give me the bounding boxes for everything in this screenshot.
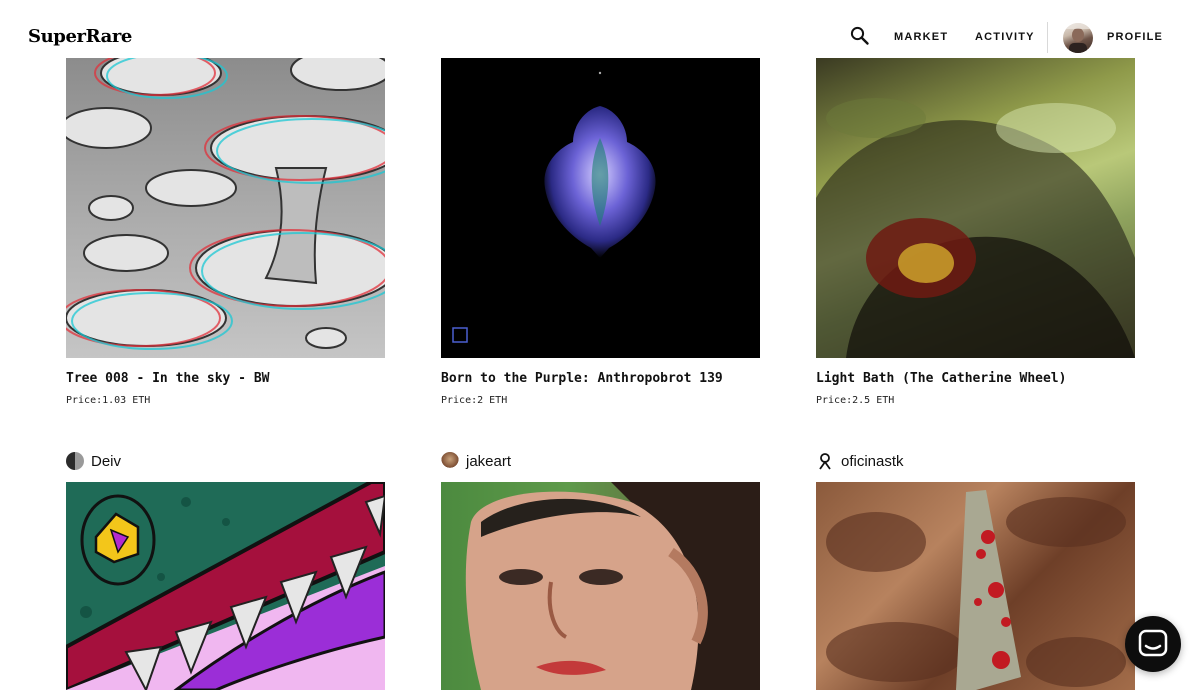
search-icon[interactable] [850, 26, 870, 46]
artwork-title[interactable]: Born to the Purple: Anthropobrot 139 [441, 371, 723, 386]
chat-icon[interactable] [1125, 616, 1181, 672]
artwork-price: Price:2 ETH [441, 395, 508, 406]
top-nav: SuperRare MARKET ACTIVITY PROFILE [0, 0, 1200, 58]
artist-name: jakeart [466, 452, 512, 470]
artist-link[interactable]: jakeart [441, 451, 511, 471]
artwork-title[interactable]: Light Bath (The Catherine Wheel) [816, 371, 1066, 386]
nav-activity-link[interactable]: ACTIVITY [975, 31, 1035, 43]
nav-divider [1047, 22, 1048, 53]
logo[interactable]: SuperRare [28, 26, 132, 47]
artwork-image[interactable] [441, 482, 760, 690]
artwork-price: Price:2.5 ETH [816, 395, 895, 406]
artist-avatar [441, 452, 459, 470]
artist-link[interactable]: Deiv [66, 451, 121, 471]
nav-market-link[interactable]: MARKET [894, 31, 948, 43]
artist-link[interactable]: oficinastk [816, 451, 904, 471]
artwork-price: Price:1.03 ETH [66, 395, 151, 406]
artwork-title[interactable]: Tree 008 - In the sky - BW [66, 371, 270, 386]
nav-profile-link[interactable]: PROFILE [1107, 31, 1163, 43]
artist-avatar [816, 452, 834, 470]
artist-avatar [66, 452, 84, 470]
artist-name: Deiv [91, 452, 122, 470]
artwork-image[interactable] [441, 58, 760, 358]
artwork-image[interactable] [816, 482, 1135, 690]
artist-name: oficinastk [841, 452, 904, 470]
artwork-image[interactable] [816, 58, 1135, 358]
avatar[interactable] [1063, 23, 1093, 53]
artwork-image[interactable] [66, 482, 385, 690]
artwork-image[interactable] [66, 58, 385, 358]
